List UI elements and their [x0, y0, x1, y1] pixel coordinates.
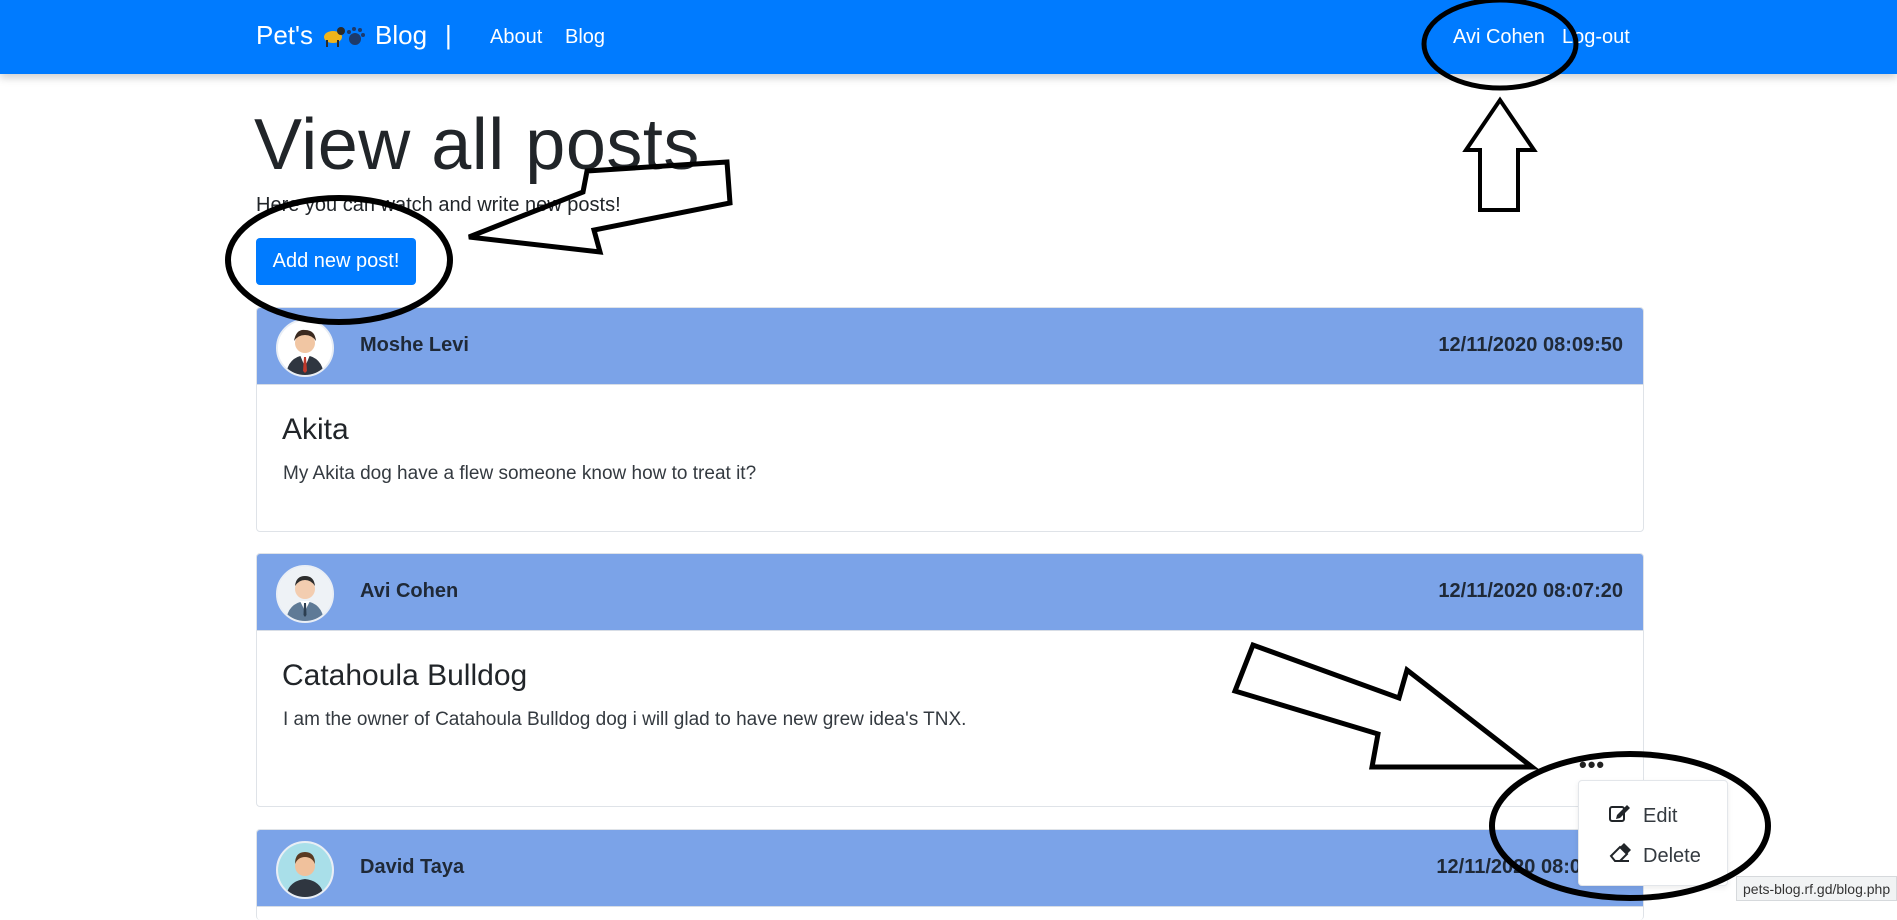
top-navbar: Pet's Blog | About Blog Avi Cohen Log-ou… — [0, 0, 1897, 74]
browser-status-url: pets-blog.rf.gd/blog.php — [1736, 876, 1897, 901]
post-title: Catahoula Bulldog — [282, 659, 528, 692]
menu-item-label: Edit — [1643, 804, 1678, 827]
menu-item-edit[interactable]: Edit — [1609, 803, 1677, 829]
edit-icon — [1609, 803, 1631, 829]
post-header: Moshe Levi 12/11/2020 08:09:50 — [257, 308, 1643, 385]
post-header: David Taya 12/11/2020 08:0 — [257, 830, 1643, 907]
post-date: 12/11/2020 08:07:20 — [1438, 580, 1623, 602]
avatar — [276, 841, 334, 899]
nav-user-name[interactable]: Avi Cohen — [1453, 26, 1545, 49]
eraser-icon — [1609, 843, 1631, 869]
brand-left-text: Pet's — [256, 20, 313, 50]
post-options-trigger[interactable]: ••• — [1579, 752, 1605, 778]
post-card: Moshe Levi 12/11/2020 08:09:50 Akita My … — [256, 307, 1644, 532]
add-new-post-button[interactable]: Add new post! — [256, 238, 416, 285]
post-author[interactable]: Moshe Levi — [360, 334, 469, 357]
brand-right-text: Blog — [375, 20, 428, 50]
pets-logo-icon — [321, 23, 367, 49]
post-title: Akita — [282, 413, 349, 446]
post-options-menu: Edit Delete — [1578, 780, 1728, 886]
menu-item-label: Delete — [1643, 844, 1701, 867]
post-card: David Taya 12/11/2020 08:0 — [256, 829, 1644, 920]
logout-link[interactable]: Log-out — [1562, 26, 1630, 49]
post-text: My Akita dog have a flew someone know ho… — [283, 463, 757, 484]
post-date: 12/11/2020 08:09:50 — [1438, 334, 1623, 356]
page-title: View all posts — [254, 105, 700, 185]
avatar — [276, 319, 334, 377]
page-subtitle: Here you can watch and write new posts! — [256, 194, 621, 216]
brand[interactable]: Pet's Blog | — [256, 20, 452, 51]
post-text: I am the owner of Catahoula Bulldog dog … — [283, 709, 967, 730]
post-header: Avi Cohen 12/11/2020 08:07:20 — [257, 554, 1643, 631]
brand-separator: | — [445, 20, 452, 50]
annotation-arrow-up — [1462, 96, 1538, 212]
avatar — [276, 565, 334, 623]
post-author[interactable]: Avi Cohen — [360, 580, 458, 603]
post-author[interactable]: David Taya — [360, 856, 464, 879]
post-card: Avi Cohen 12/11/2020 08:07:20 Catahoula … — [256, 553, 1644, 807]
nav-link-about[interactable]: About — [490, 26, 542, 49]
menu-item-delete[interactable]: Delete — [1609, 843, 1701, 869]
nav-link-blog[interactable]: Blog — [565, 26, 605, 49]
post-date: 12/11/2020 08:0 — [1436, 856, 1581, 878]
